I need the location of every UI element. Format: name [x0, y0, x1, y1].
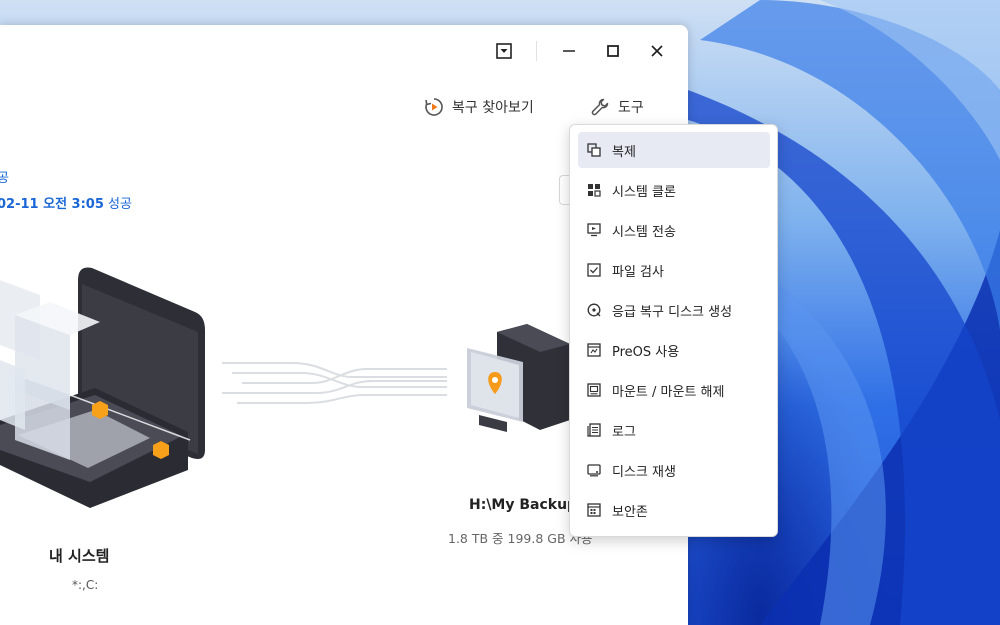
menu-item-label: 시스템 전송 — [612, 224, 676, 240]
disk-wipe-icon — [586, 462, 602, 478]
file-check-icon — [586, 262, 602, 278]
menu-item-mount[interactable]: 마운트 / 마운트 해제 — [578, 372, 770, 408]
dropdown-button[interactable] — [486, 39, 522, 63]
secure-zone-icon — [586, 502, 602, 518]
emergency-disk-icon — [586, 302, 602, 318]
backup-status-line: 공 — [0, 171, 9, 186]
menu-item-label: 로그 — [612, 424, 636, 440]
preos-icon — [586, 342, 602, 358]
menu-item-file-check[interactable]: 파일 검사 — [578, 252, 770, 288]
menu-item-system-transfer[interactable]: 시스템 전송 — [578, 212, 770, 248]
maximize-button[interactable] — [595, 39, 631, 63]
close-button[interactable] — [639, 39, 675, 63]
mount-icon — [586, 382, 602, 398]
last-backup-date: 02-11 오전 3:05 — [0, 197, 104, 212]
last-backup-result: 성공 — [103, 197, 132, 212]
system-illustration — [0, 267, 205, 508]
system-clone-icon — [586, 182, 602, 198]
menu-item-log[interactable]: 로그 — [578, 412, 770, 448]
tools-menu: 복제 시스템 클론 시스템 전송 파일 검사 응급 복구 디스크 생성 PreO… — [569, 124, 778, 537]
dropdown-square-icon — [496, 43, 512, 59]
menu-item-system-clone[interactable]: 시스템 클론 — [578, 172, 770, 208]
browse-restore-label: 복구 찾아보기 — [452, 100, 534, 116]
browse-restore-button[interactable]: 복구 찾아보기 — [424, 97, 534, 117]
log-icon — [586, 422, 602, 438]
menu-item-preos[interactable]: PreOS 사용 — [578, 332, 770, 368]
clone-icon — [586, 142, 602, 158]
minimize-button[interactable] — [551, 39, 587, 63]
source-partitions: *:,C: — [72, 578, 99, 592]
menu-item-label: 응급 복구 디스크 생성 — [612, 304, 733, 320]
menu-item-emergency-disk[interactable]: 응급 복구 디스크 생성 — [578, 292, 770, 328]
source-name: 내 시스템 — [49, 547, 110, 565]
tools-button[interactable]: 도구 — [590, 97, 644, 117]
wrench-icon — [591, 98, 609, 116]
menu-item-label: 파일 검사 — [612, 264, 664, 280]
menu-item-label: 보안존 — [612, 504, 648, 520]
menu-item-disk-wipe[interactable]: 디스크 재생 — [578, 452, 770, 488]
menu-item-label: PreOS 사용 — [612, 344, 680, 360]
transfer-lines — [222, 362, 447, 404]
menu-item-clone[interactable]: 복제 — [578, 132, 770, 168]
menu-item-label: 마운트 / 마운트 해제 — [612, 384, 725, 400]
backup-destination-illustration — [467, 324, 570, 432]
menu-item-secure-zone[interactable]: 보안존 — [578, 492, 770, 528]
system-transfer-icon — [586, 222, 602, 238]
close-icon — [651, 45, 663, 57]
tools-label: 도구 — [618, 100, 644, 116]
minimize-icon — [563, 50, 575, 52]
titlebar-separator — [536, 41, 537, 61]
maximize-icon — [607, 45, 619, 57]
menu-item-label: 디스크 재생 — [612, 464, 676, 480]
destination-name: H:\My Backup — [469, 497, 578, 513]
restore-history-icon — [425, 98, 443, 116]
last-backup-status: 02-11 오전 3:05 성공 — [0, 193, 132, 212]
menu-item-label: 시스템 클론 — [612, 184, 676, 200]
menu-item-label: 복제 — [612, 144, 636, 160]
